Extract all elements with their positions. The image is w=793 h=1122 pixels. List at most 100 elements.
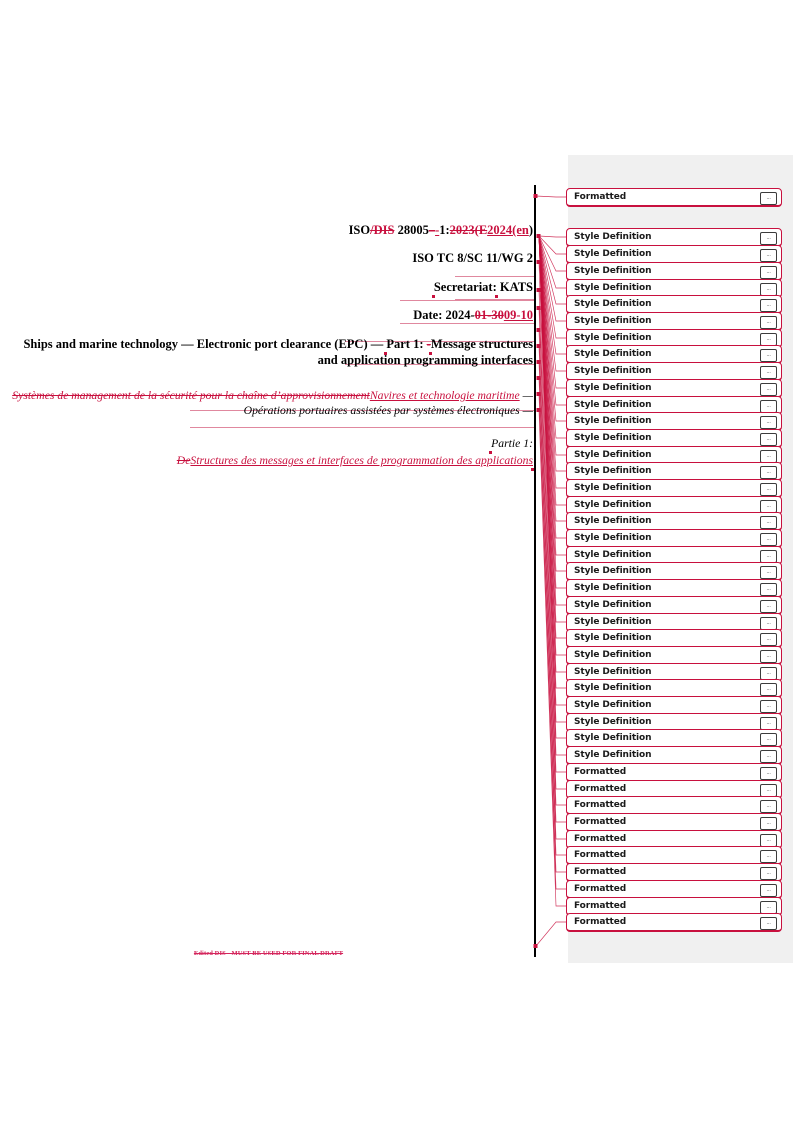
markup-balloon-expand-button[interactable]: ... (760, 900, 777, 914)
markup-balloon-label: Style Definition (574, 516, 652, 526)
markup-balloon-expand-button[interactable]: ... (760, 465, 777, 479)
markup-balloon[interactable]: Formatted... (566, 188, 782, 207)
document-text-column: ISO/DIS 28005–-1:2023(E2024(en) ISO TC 8… (0, 180, 537, 472)
markup-balloon-expand-button[interactable]: ... (760, 599, 777, 613)
markup-balloon-expand-button[interactable]: ... (760, 399, 777, 413)
markup-balloon-label: Style Definition (574, 433, 652, 443)
markup-balloon-expand-button[interactable]: ... (760, 248, 777, 262)
closing-paren: ) (528, 223, 533, 237)
markup-balloon-expand-button[interactable]: ... (760, 449, 777, 463)
markup-balloon-expand-button[interactable]: ... (760, 348, 777, 362)
markup-balloon-expand-button[interactable]: ... (760, 315, 777, 329)
markup-balloon-label: Style Definition (574, 383, 652, 393)
markup-balloon-expand-button[interactable]: ... (760, 699, 777, 713)
markup-balloon-expand-button[interactable]: ... (760, 532, 777, 546)
deleted-dis: /DIS (370, 223, 395, 237)
markup-balloon-label: Style Definition (574, 683, 652, 693)
title-fr-sub-inserted: Structures des messages et interfaces de… (190, 454, 533, 468)
markup-balloon-expand-button[interactable]: ... (760, 799, 777, 813)
markup-balloon-label: Style Definition (574, 550, 652, 560)
markup-balloon-label: Formatted (574, 850, 627, 860)
deleted-year: 2023(E (449, 223, 488, 237)
markup-balloon-label: Formatted (574, 767, 627, 777)
secretariat-line: Secretariat: KATS (0, 279, 537, 298)
markup-balloon-label: Formatted (574, 784, 627, 794)
markup-balloon-expand-button[interactable]: ... (760, 499, 777, 513)
markup-balloon-expand-button[interactable]: ... (760, 632, 777, 646)
part-number: 1: (439, 223, 450, 237)
markup-balloon-expand-button[interactable]: ... (760, 231, 777, 245)
markup-balloon-expand-button[interactable]: ... (760, 582, 777, 596)
markup-balloon-expand-button[interactable]: ... (760, 749, 777, 763)
markup-balloon-expand-button[interactable]: ... (760, 866, 777, 880)
date-label: Date: 2024- (413, 307, 475, 322)
footer-text: Edited DIS - MUST BE USED FOR FINAL DRAF… (193, 950, 344, 957)
markup-balloon-expand-button[interactable]: ... (760, 515, 777, 529)
title-en-lead: Ships and marine technology — Electronic… (23, 337, 387, 351)
markup-balloon-label: Style Definition (574, 600, 652, 610)
markup-balloon-label: Style Definition (574, 249, 652, 259)
inserted-date: 09-10 (503, 307, 533, 322)
markup-balloon-expand-button[interactable]: ... (760, 415, 777, 429)
markup-balloon-label: Formatted (574, 817, 627, 827)
markup-balloon-label: Style Definition (574, 533, 652, 543)
markup-balloon-label: Style Definition (574, 400, 652, 410)
markup-balloon-expand-button[interactable]: ... (760, 616, 777, 630)
markup-balloon-expand-button[interactable]: ... (760, 282, 777, 296)
markup-balloon-expand-button[interactable]: ... (760, 883, 777, 897)
markup-balloon-expand-button[interactable]: ... (760, 833, 777, 847)
markup-balloon-label: Formatted (574, 917, 627, 927)
markup-balloon-expand-button[interactable]: ... (760, 682, 777, 696)
date-line: Date: 2024-01-3009-10 (0, 308, 537, 323)
markup-balloon-expand-button[interactable]: ... (760, 716, 777, 730)
committee-line: ISO TC 8/SC 11/WG 2 (0, 251, 537, 266)
markup-balloon[interactable]: Formatted... (566, 913, 782, 932)
markup-balloon-label: Style Definition (574, 299, 652, 309)
markup-balloon-label: Formatted (574, 867, 627, 877)
markup-balloon-expand-button[interactable]: ... (760, 482, 777, 496)
title-french-partie: Partie 1: (0, 436, 537, 454)
page-footer: Edited DIS - MUST BE USED FOR FINAL DRAF… (0, 950, 537, 957)
title-french-main: Systèmes de management de la sécurité po… (0, 388, 537, 419)
markup-balloon-label: Formatted (574, 901, 627, 911)
title-french-subtitle: DeStructures des messages et interfaces … (0, 453, 537, 472)
markup-balloon-label: Style Definition (574, 283, 652, 293)
title-english: Ships and marine technology — Electronic… (0, 336, 537, 368)
standard-number: 28005 (394, 223, 429, 237)
markup-balloon-expand-button[interactable]: ... (760, 549, 777, 563)
markup-balloon-expand-button[interactable]: ... (760, 365, 777, 379)
markup-balloon-label: Style Definition (574, 566, 652, 576)
markup-balloon-label: Style Definition (574, 333, 652, 343)
markup-balloon-label: Style Definition (574, 717, 652, 727)
markup-balloon-expand-button[interactable]: ... (760, 766, 777, 780)
markup-balloon-label: Style Definition (574, 416, 652, 426)
markup-balloon-expand-button[interactable]: ... (760, 382, 777, 396)
iso-prefix: ISO (348, 223, 371, 237)
markup-balloon-expand-button[interactable]: ... (760, 849, 777, 863)
markup-balloon-expand-button[interactable]: ... (760, 732, 777, 746)
markup-balloon-expand-button[interactable]: ... (760, 191, 777, 205)
markup-balloon-label: Style Definition (574, 232, 652, 242)
markup-balloon-expand-button[interactable]: ... (760, 666, 777, 680)
markup-balloon-expand-button[interactable]: ... (760, 432, 777, 446)
markup-balloon-expand-button[interactable]: ... (760, 332, 777, 346)
markup-balloon-expand-button[interactable]: ... (760, 265, 777, 279)
markup-balloon-label: Style Definition (574, 316, 652, 326)
markup-balloon-label: Formatted (574, 834, 627, 844)
title-fr-inserted: Navires et technologie maritime (369, 389, 520, 402)
markup-balloon-label: Formatted (574, 800, 627, 810)
markup-balloon-expand-button[interactable]: ... (760, 649, 777, 663)
markup-balloon-label: Style Definition (574, 617, 652, 627)
markup-balloon-expand-button[interactable]: ... (760, 565, 777, 579)
secretariat-value: KATS (496, 279, 533, 294)
markup-balloon-label: Formatted (574, 884, 627, 894)
markup-balloon-expand-button[interactable]: ... (760, 783, 777, 797)
markup-balloon-expand-button[interactable]: ... (760, 816, 777, 830)
markup-balloon-label: Formatted (574, 192, 627, 202)
secretariat-label: Secretariat: (433, 279, 497, 294)
markup-balloon-expand-button[interactable]: ... (760, 916, 777, 930)
markup-balloon-label: Style Definition (574, 266, 652, 276)
inserted-year: 2024(en (487, 223, 529, 237)
markup-balloon-expand-button[interactable]: ... (760, 298, 777, 312)
change-bar (534, 185, 536, 957)
